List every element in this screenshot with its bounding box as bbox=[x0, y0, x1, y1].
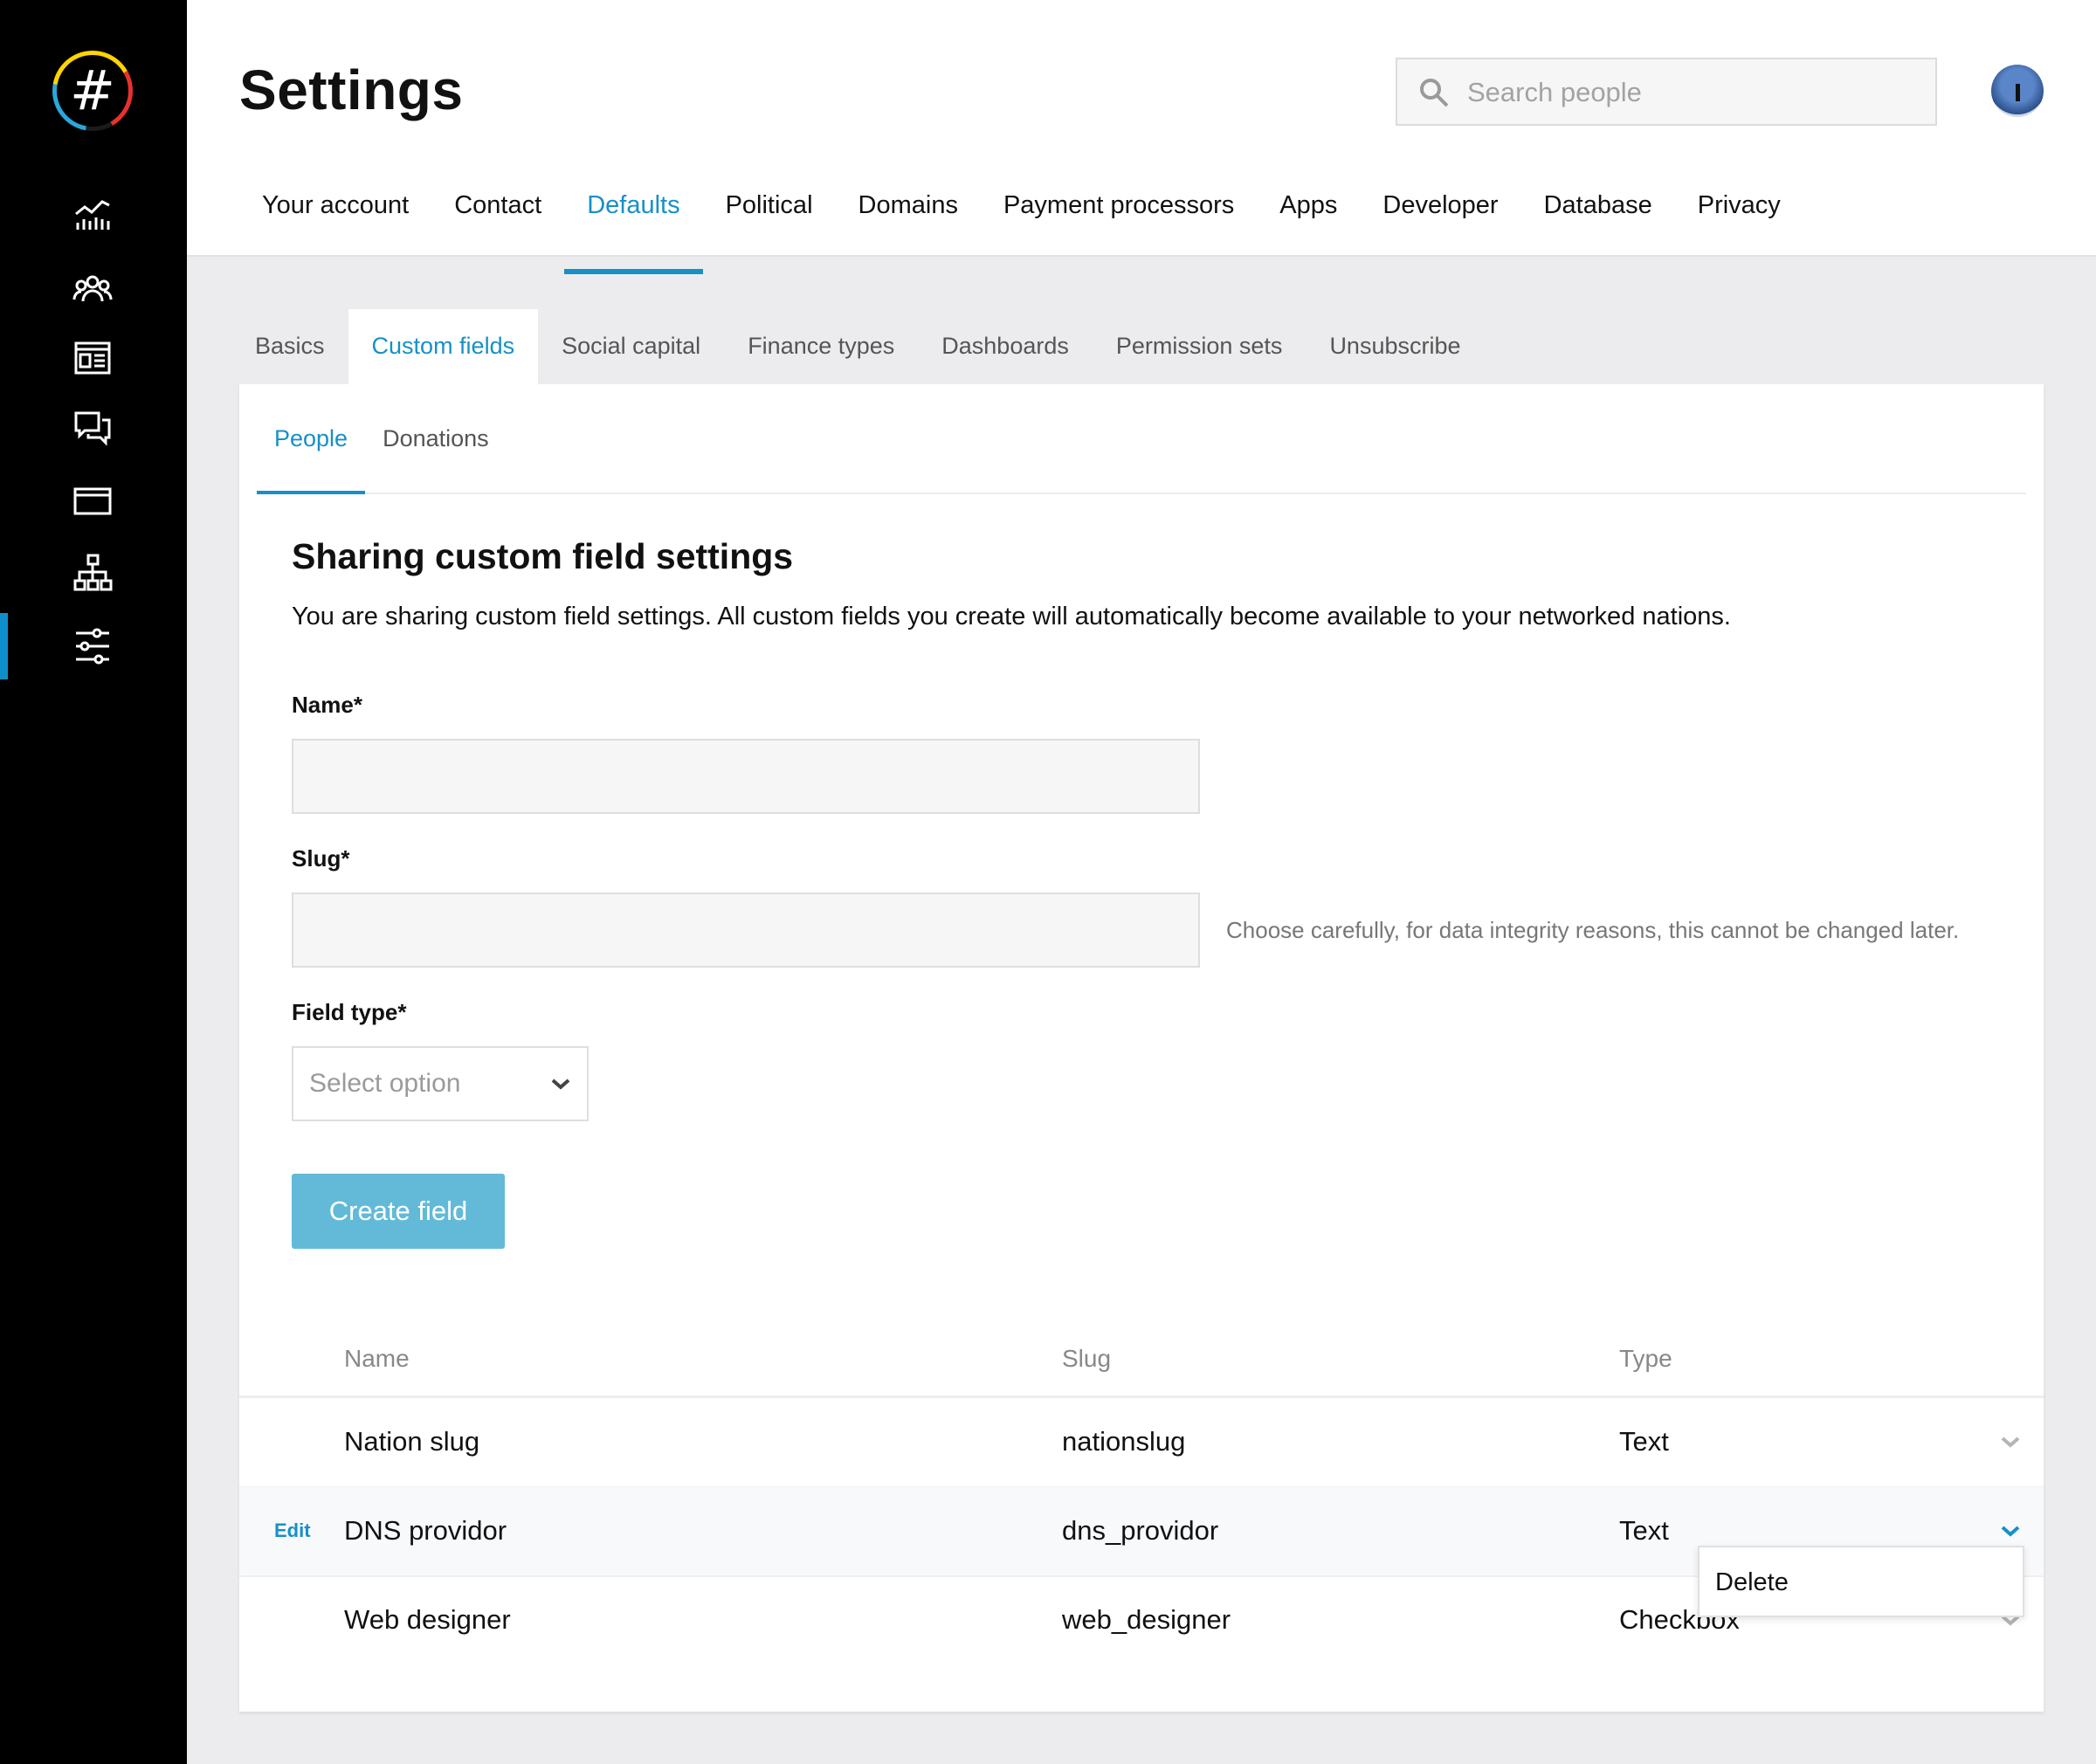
subtab-social-capital[interactable]: Social capital bbox=[538, 309, 724, 384]
chevron-down-icon[interactable] bbox=[2000, 1433, 2021, 1450]
analytics-icon[interactable] bbox=[72, 194, 114, 236]
sidebar: # bbox=[0, 0, 187, 1764]
logo[interactable]: # bbox=[52, 51, 133, 131]
row-actions-dropdown: Delete bbox=[1698, 1546, 2024, 1617]
row-name: DNS providor bbox=[344, 1515, 507, 1546]
avatar[interactable] bbox=[1991, 65, 2044, 117]
chevron-down-icon[interactable] bbox=[2000, 1522, 2021, 1540]
tab-people[interactable]: People bbox=[257, 384, 366, 494]
logo-glyph: # bbox=[57, 55, 128, 127]
search-input[interactable] bbox=[1465, 59, 1923, 126]
tab-database[interactable]: Database bbox=[1521, 175, 1675, 255]
defaults-subtabs: Basics Custom fields Social capital Fina… bbox=[239, 309, 1485, 384]
tab-domains[interactable]: Domains bbox=[836, 175, 981, 255]
name-field[interactable] bbox=[292, 739, 1200, 814]
network-icon[interactable] bbox=[72, 552, 114, 594]
slug-hint: Choose carefully, for data integrity rea… bbox=[1226, 917, 1960, 943]
row-name: Nation slug bbox=[344, 1426, 480, 1457]
section-title: Sharing custom field settings bbox=[292, 536, 794, 576]
tab-apps[interactable]: Apps bbox=[1257, 175, 1360, 255]
entity-tabs: People Donations bbox=[257, 384, 2026, 494]
website-icon[interactable] bbox=[72, 337, 114, 379]
subtab-dashboards[interactable]: Dashboards bbox=[918, 309, 1093, 384]
field-type-value: Select option bbox=[309, 1069, 461, 1098]
field-type-select[interactable]: Select option bbox=[292, 1046, 589, 1121]
row-type: Text bbox=[1619, 1515, 1669, 1546]
table-row[interactable]: Nation slug nationslug Text bbox=[239, 1398, 2044, 1488]
row-type: Text bbox=[1619, 1426, 1669, 1457]
finances-icon[interactable] bbox=[72, 480, 114, 522]
section-description: You are sharing custom field settings. A… bbox=[292, 603, 1731, 630]
tab-defaults[interactable]: Defaults bbox=[564, 175, 703, 274]
row-slug: nationslug bbox=[1062, 1426, 1186, 1457]
tab-privacy[interactable]: Privacy bbox=[1675, 175, 1803, 255]
column-header-type: Type bbox=[1619, 1345, 1672, 1372]
tab-your-account[interactable]: Your account bbox=[239, 175, 431, 255]
tab-political[interactable]: Political bbox=[703, 175, 836, 255]
communications-icon[interactable] bbox=[72, 407, 114, 449]
tab-donations[interactable]: Donations bbox=[365, 384, 507, 493]
settings-sliders-icon[interactable] bbox=[72, 625, 114, 667]
field-type-label: Field type* bbox=[292, 999, 407, 1025]
subtab-unsubscribe[interactable]: Unsubscribe bbox=[1306, 309, 1484, 384]
custom-fields-card: People Donations Sharing custom field se… bbox=[239, 384, 2044, 1712]
chevron-down-icon bbox=[551, 1078, 570, 1090]
edit-link[interactable]: Edit bbox=[274, 1487, 311, 1575]
column-header-slug: Slug bbox=[1062, 1345, 1112, 1372]
search-box[interactable] bbox=[1396, 58, 1937, 126]
tab-contact[interactable]: Contact bbox=[431, 175, 564, 255]
subtab-permission-sets[interactable]: Permission sets bbox=[1093, 309, 1307, 384]
delete-menu-item[interactable]: Delete bbox=[1715, 1547, 1789, 1617]
row-slug: web_designer bbox=[1062, 1604, 1231, 1635]
slug-label: Slug* bbox=[292, 845, 350, 872]
page-title: Settings bbox=[239, 59, 464, 121]
name-label: Name* bbox=[292, 692, 362, 718]
search-icon bbox=[1420, 79, 1449, 107]
tab-payment-processors[interactable]: Payment processors bbox=[981, 175, 1257, 255]
people-icon[interactable] bbox=[72, 267, 114, 309]
subtab-finance-types[interactable]: Finance types bbox=[724, 309, 918, 384]
row-name: Web designer bbox=[344, 1604, 511, 1635]
create-field-button[interactable]: Create field bbox=[292, 1174, 505, 1249]
subtab-custom-fields[interactable]: Custom fields bbox=[348, 309, 539, 384]
slug-field[interactable] bbox=[292, 892, 1200, 968]
tab-developer[interactable]: Developer bbox=[1360, 175, 1520, 255]
settings-tabs: Your account Contact Defaults Political … bbox=[239, 175, 1803, 274]
active-nav-indicator bbox=[0, 613, 8, 679]
subtab-basics[interactable]: Basics bbox=[239, 309, 348, 384]
row-slug: dns_providor bbox=[1062, 1515, 1219, 1546]
column-header-name: Name bbox=[344, 1345, 410, 1372]
header: Settings Your account Contact Defaults P… bbox=[187, 0, 2096, 274]
